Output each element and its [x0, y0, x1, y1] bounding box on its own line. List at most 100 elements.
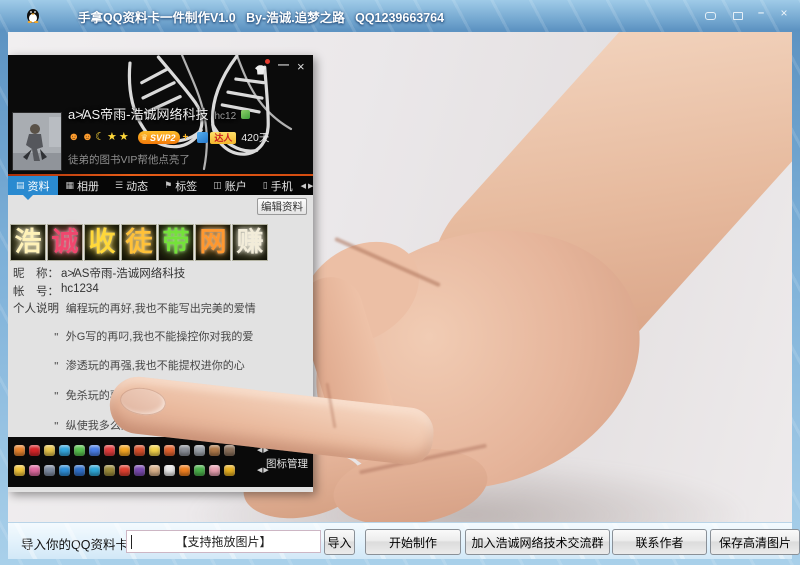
personal-desc-label: 个人说明: [13, 300, 59, 316]
daren-icon: [197, 132, 208, 143]
list-icon: ☰: [115, 180, 123, 191]
level-sun-icon: ☻: [68, 132, 80, 143]
service-icon[interactable]: [44, 465, 55, 476]
svip-badge[interactable]: ♛SVIP2: [138, 131, 181, 144]
level-star-icon: ★: [119, 132, 129, 143]
tab-albums[interactable]: ▦相册: [58, 176, 108, 195]
banner-char: 徒: [121, 224, 157, 261]
title-bar: 手拿QQ资料卡一件制作V1.0 By-浩诚.追梦之路 QQ1239663764 …: [0, 0, 800, 30]
service-icon[interactable]: [164, 445, 175, 456]
save-hd-image-button[interactable]: 保存高清图片: [710, 529, 800, 555]
service-icon[interactable]: [194, 465, 205, 476]
service-icon[interactable]: [104, 445, 115, 456]
service-icon[interactable]: [29, 445, 40, 456]
banner-char: 收: [84, 224, 120, 261]
contact-author-button[interactable]: 联系作者: [612, 529, 707, 555]
service-icon[interactable]: [179, 445, 190, 456]
briefcase-icon: ◫: [213, 180, 222, 191]
banner-text: 浩 诚 收 徒 带 网 赚: [10, 224, 268, 261]
service-icon[interactable]: [89, 445, 100, 456]
card-close-icon[interactable]: ×: [297, 59, 305, 74]
service-icon[interactable]: [119, 445, 130, 456]
level-star-icon: ★: [107, 132, 117, 143]
tab-mobile[interactable]: ▯手机: [255, 176, 301, 195]
card-nickname: a≯AS帝雨-浩诚网络科技: [68, 107, 209, 122]
import-button[interactable]: 导入: [324, 529, 355, 555]
qq-penguin-icon: [26, 7, 40, 28]
service-icon[interactable]: [149, 445, 160, 456]
banner-char: 赚: [232, 224, 268, 261]
banner-char: 网: [195, 224, 231, 261]
bottom-toolbar: 导入你的QQ资料卡： 【支持拖放图片】 导入 开始制作 加入浩诚网络技术交流群 …: [8, 522, 792, 559]
service-icon[interactable]: [74, 445, 85, 456]
id-card-icon: ▤: [16, 180, 25, 191]
service-icon[interactable]: [134, 445, 145, 456]
service-icon[interactable]: [59, 465, 70, 476]
change-outfit-icon[interactable]: [254, 62, 267, 80]
service-icon[interactable]: [89, 465, 100, 476]
minimize-button[interactable]: –: [753, 7, 769, 22]
tab-tags[interactable]: ⚑标签: [156, 176, 205, 195]
notification-dot: [265, 59, 270, 64]
banner-char: 诚: [47, 224, 83, 261]
text-caret: [131, 535, 132, 549]
card-header: — × a≯AS帝雨-浩诚网络科技 hc12: [8, 55, 313, 174]
card-minimize-icon[interactable]: —: [278, 59, 289, 71]
service-icon[interactable]: [179, 465, 190, 476]
svip-plus: +: [182, 132, 188, 143]
daren-badge[interactable]: 达人: [210, 132, 236, 144]
window-title: 手拿QQ资料卡一件制作V1.0 By-浩诚.追梦之路 QQ1239663764: [78, 7, 444, 26]
service-icon[interactable]: [44, 445, 55, 456]
level-moon-icon: ☾: [95, 132, 105, 143]
desc-line: "外G写的再叼,我也不能操控你对我的爱: [54, 328, 253, 344]
service-icon[interactable]: [14, 445, 25, 456]
service-icon[interactable]: [29, 465, 40, 476]
service-icon[interactable]: [209, 445, 220, 456]
icon-manage-button[interactable]: 图标管理: [266, 456, 308, 471]
service-icon[interactable]: [119, 465, 130, 476]
service-icon[interactable]: [224, 465, 235, 476]
icon-row: [14, 464, 235, 476]
service-icon[interactable]: [104, 465, 115, 476]
join-group-button[interactable]: 加入浩诚网络技术交流群: [465, 529, 610, 555]
desc-line: "渗透玩的再强,我也不能提权进你的心: [54, 357, 245, 373]
crown-icon: ♛: [141, 133, 148, 142]
start-make-button[interactable]: 开始制作: [365, 529, 461, 555]
service-icon[interactable]: [14, 465, 25, 476]
tab-feeds[interactable]: ☰动态: [107, 176, 156, 195]
service-icon[interactable]: [74, 465, 85, 476]
phone-icon: ▯: [263, 180, 268, 191]
service-icon[interactable]: [194, 445, 205, 456]
app-window: 手拿QQ资料卡一件制作V1.0 By-浩诚.追梦之路 QQ1239663764 …: [0, 0, 800, 565]
icon-row: [14, 444, 235, 456]
tab-scroll-arrows-icon[interactable]: ◀▶: [301, 182, 319, 190]
edit-profile-button[interactable]: 编辑资料: [257, 198, 307, 215]
banner-char: 浩: [10, 224, 46, 261]
service-icon[interactable]: [224, 445, 235, 456]
mini-photo-icon: [241, 110, 250, 119]
desc-line: "编程玩的再好,我也不能写出完美的爱情: [54, 300, 256, 316]
banner-char: 带: [158, 224, 194, 261]
tab-profile[interactable]: ▤资料: [8, 176, 58, 195]
status-text: 徒弟的图书VIP帮他点亮了: [68, 152, 190, 167]
daren-days: 420天: [241, 130, 269, 145]
import-label: 导入你的QQ资料卡：: [21, 534, 140, 553]
nickname-field: 昵 称：a≯AS帝雨-浩诚网络科技: [13, 265, 308, 281]
tab-account[interactable]: ◫账户: [205, 176, 255, 195]
photo-icon: ▦: [66, 180, 75, 191]
active-tab-pointer: [23, 195, 33, 200]
bookmark-icon: ⚑: [164, 180, 172, 191]
avatar: [12, 112, 62, 171]
card-tab-bar: ▤资料 ▦相册 ☰动态 ⚑标签 ◫账户 ▯手机 ◀▶: [8, 176, 313, 195]
service-icon[interactable]: [59, 445, 70, 456]
chat-bubble-button[interactable]: [702, 7, 718, 22]
service-icon[interactable]: [164, 465, 175, 476]
service-icon[interactable]: [134, 465, 145, 476]
restore-button[interactable]: [730, 7, 746, 22]
photo-preview-area: — × a≯AS帝雨-浩诚网络科技 hc12: [8, 32, 792, 522]
card-short-id: hc12: [215, 111, 237, 122]
close-button[interactable]: ×: [776, 7, 792, 22]
service-icon[interactable]: [209, 465, 220, 476]
service-icon[interactable]: [149, 465, 160, 476]
import-path-input[interactable]: 【支持拖放图片】: [126, 530, 321, 553]
